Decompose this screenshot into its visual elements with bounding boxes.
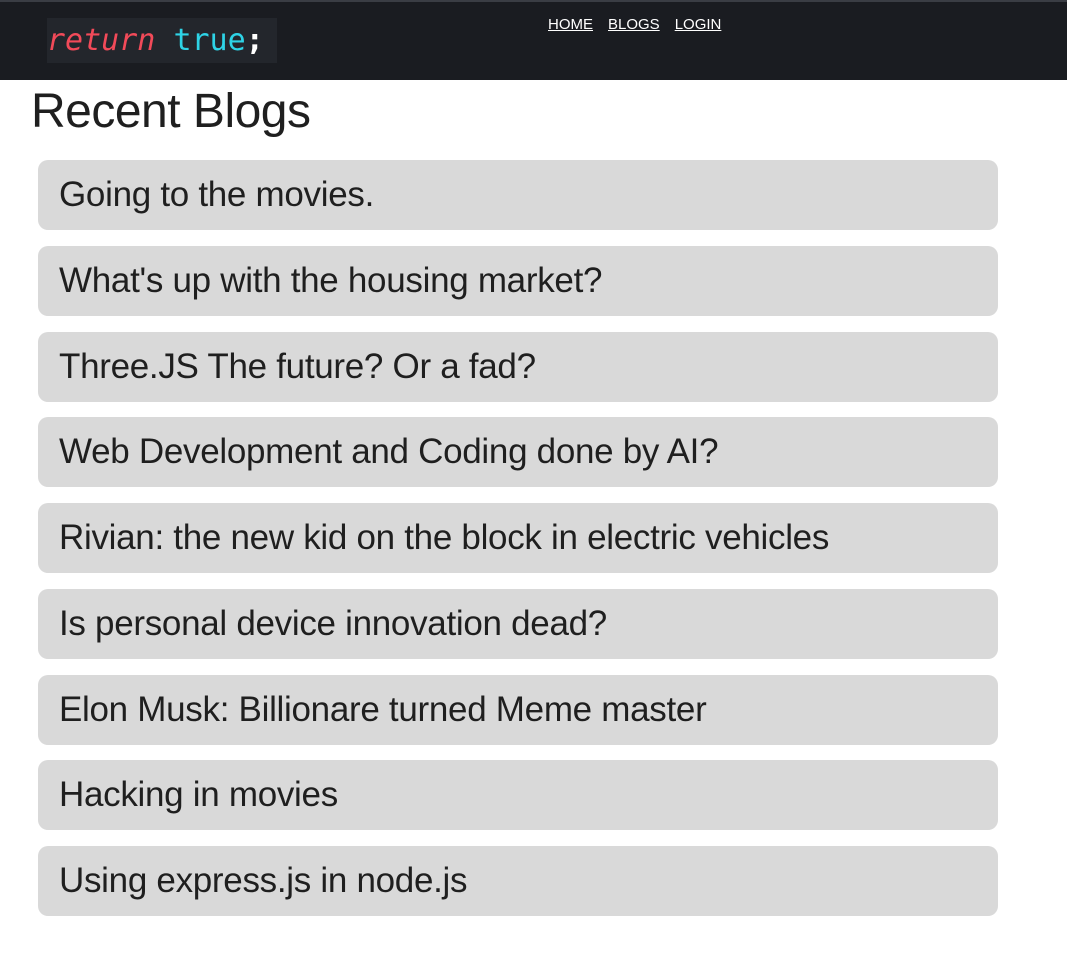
logo-terminator: ; xyxy=(245,23,264,58)
blog-title: Three.JS The future? Or a fad? xyxy=(59,346,536,386)
blog-card[interactable]: What's up with the housing market? xyxy=(38,245,998,316)
blog-card[interactable]: Web Development and Coding done by AI? xyxy=(38,417,998,488)
top-navbar: return true; HOME BLOGS LOGIN xyxy=(0,0,1067,80)
blog-card[interactable]: Three.JS The future? Or a fad? xyxy=(38,331,998,402)
blog-card[interactable]: Going to the movies. xyxy=(38,160,998,230)
site-logo[interactable]: return true; xyxy=(47,18,277,63)
nav-link-blogs[interactable]: BLOGS xyxy=(608,16,660,34)
logo-value: true xyxy=(173,23,246,58)
blog-title: Using express.js in node.js xyxy=(59,861,468,900)
blog-card[interactable]: Elon Musk: Billionare turned Meme master xyxy=(38,674,998,745)
blog-title: Elon Musk: Billionare turned Meme master xyxy=(59,689,707,729)
blog-card[interactable]: Using express.js in node.js xyxy=(38,846,998,916)
blog-card[interactable]: Rivian: the new kid on the block in elec… xyxy=(38,503,998,573)
blog-list: Going to the movies. What's up with the … xyxy=(38,160,998,932)
nav-link-home[interactable]: HOME xyxy=(548,16,593,34)
blog-title: Going to the movies. xyxy=(59,175,374,214)
blog-title: Is personal device innovation dead? xyxy=(59,603,607,643)
nav-link-login[interactable]: LOGIN xyxy=(675,16,722,34)
logo-keyword: return xyxy=(47,23,156,58)
page-title: Recent Blogs xyxy=(31,85,311,138)
blog-card[interactable]: Is personal device innovation dead? xyxy=(38,588,998,659)
blog-card[interactable]: Hacking in movies xyxy=(38,760,998,831)
blog-title: Web Development and Coding done by AI? xyxy=(59,432,719,472)
blog-title: Rivian: the new kid on the block in elec… xyxy=(59,518,830,557)
main-nav: HOME BLOGS LOGIN xyxy=(548,16,721,34)
blog-title: Hacking in movies xyxy=(59,775,338,815)
blog-title: What's up with the housing market? xyxy=(59,260,603,300)
